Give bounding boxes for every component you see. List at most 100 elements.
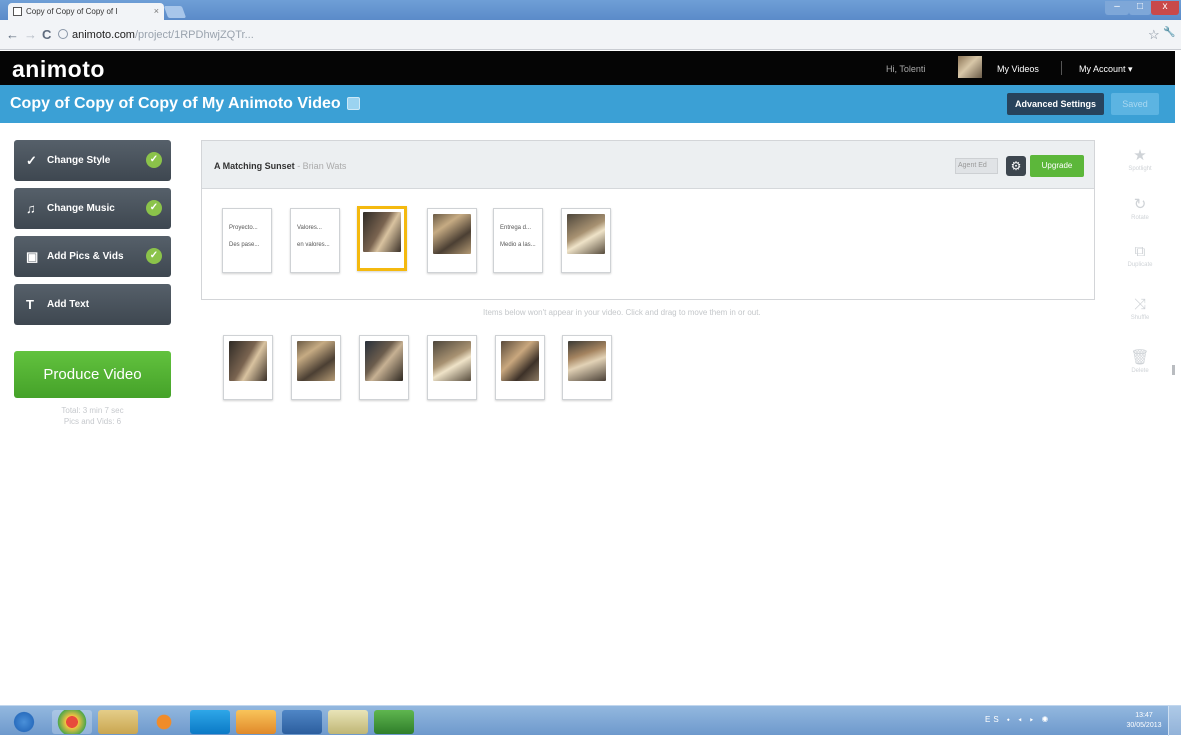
photo-thumbnail	[363, 212, 401, 252]
photo-card[interactable]	[427, 208, 477, 273]
media-count-text: Pics and Vids: 6	[63, 417, 122, 426]
new-tab-button[interactable]	[163, 6, 187, 18]
brush-icon: ✓	[26, 153, 37, 168]
user-greeting: Hi, Tolenti	[886, 64, 926, 74]
save-button[interactable]: Saved	[1111, 93, 1159, 115]
unused-photo-card[interactable]	[291, 335, 341, 400]
close-tab-icon[interactable]: ×	[154, 6, 159, 16]
unused-photo-card[interactable]	[223, 335, 273, 400]
text-slide-line: Proyecto...	[229, 225, 258, 231]
animoto-logo[interactable]: animoto	[12, 56, 105, 83]
my-account-menu[interactable]: My Account ▾	[1079, 64, 1133, 75]
step-change-style[interactable]: ✓ Change Style ✓	[14, 140, 171, 181]
song-name: A Matching Sunset	[214, 161, 295, 171]
notepad-icon[interactable]	[328, 710, 368, 734]
check-circle-icon: ✓	[146, 152, 162, 168]
scrollbar-thumb[interactable]	[1172, 365, 1177, 375]
step-change-music[interactable]: ♫ Change Music ✓	[14, 188, 171, 229]
song-bar: A Matching Sunset - Brian Wats Agent Ed …	[202, 141, 1094, 189]
back-icon[interactable]: ←	[6, 27, 19, 42]
tool-duplicate[interactable]: ⧉ Duplicate	[1123, 243, 1157, 268]
project-title[interactable]: Copy of Copy of Copy of My Animoto Video	[10, 95, 341, 113]
step-label: Add Text	[47, 299, 90, 310]
media-player-icon[interactable]	[144, 710, 184, 734]
photo-card[interactable]	[561, 208, 611, 273]
unused-photo-card[interactable]	[562, 335, 612, 400]
nav-divider	[1061, 61, 1062, 75]
song-search-input[interactable]: Agent Ed	[955, 158, 998, 174]
clock-date: 30/05/2013	[1126, 722, 1162, 729]
photo-thumbnail	[568, 341, 606, 381]
text-slide-line: Des pase...	[229, 242, 260, 248]
photo-thumbnail	[229, 341, 267, 381]
page-favicon-icon	[13, 7, 22, 16]
tool-label: Rotate	[1131, 215, 1149, 221]
windows-taskbar: ES ⬩ ◂ ▸ ◉ 13:47 30/05/2013	[0, 705, 1181, 736]
photo-thumbnail	[501, 341, 539, 381]
close-window-button[interactable]: x	[1151, 1, 1179, 15]
folder-taskbar-icon[interactable]	[98, 710, 138, 734]
tool-spotlight[interactable]: ★ Spotlight	[1123, 146, 1157, 172]
globe-icon	[58, 29, 68, 39]
step-label: Change Style	[47, 155, 111, 166]
step-add-text[interactable]: T Add Text	[14, 284, 171, 325]
text-slide-line: Valores...	[297, 225, 322, 231]
upgrade-button[interactable]: Upgrade	[1030, 155, 1084, 177]
tool-label: Shuffle	[1130, 315, 1150, 321]
chrome-taskbar-icon[interactable]	[52, 710, 92, 734]
browser-tab[interactable]: Copy of Copy of Copy of I ×	[8, 3, 164, 20]
produce-video-note: Total: 3 min 7 sec Pics and Vids: 6	[14, 405, 171, 427]
minimize-button[interactable]: –	[1105, 1, 1129, 15]
address-bar[interactable]: animoto.com/project/1RPDhwjZQTr...	[58, 25, 1148, 46]
unused-photo-card[interactable]	[495, 335, 545, 400]
tab-title: Copy of Copy of Copy of I	[26, 7, 118, 16]
gear-icon[interactable]: ⚙	[1006, 156, 1026, 176]
duplicate-icon: ⧉	[1134, 243, 1146, 260]
tool-label: Spotlight	[1128, 166, 1152, 172]
text-slide-card[interactable]: Proyecto... Des pase...	[222, 208, 272, 273]
text-icon: T	[26, 297, 34, 312]
music-note-icon: ♫	[26, 201, 36, 216]
clock[interactable]: 13:47 30/05/2013	[1124, 711, 1164, 731]
unused-photo-card[interactable]	[427, 335, 477, 400]
forward-icon[interactable]: →	[24, 27, 37, 42]
tool-shuffle[interactable]: ⤨ Shuffle	[1123, 296, 1157, 321]
step-label: Change Music	[47, 203, 115, 214]
photo-thumbnail	[365, 341, 403, 381]
song-title: A Matching Sunset - Brian Wats	[214, 161, 346, 171]
edit-title-icon[interactable]	[347, 97, 360, 110]
network-icon[interactable]	[282, 710, 322, 734]
tool-delete[interactable]: 🗑 Delete	[1123, 348, 1157, 374]
produce-video-button[interactable]: Produce Video	[14, 351, 171, 398]
text-slide-card[interactable]: Valores... en valores...	[290, 208, 340, 273]
star-icon: ★	[1133, 147, 1147, 164]
start-button[interactable]	[6, 710, 42, 734]
text-slide-line: Medio a las...	[500, 242, 536, 248]
show-desktop-button[interactable]	[1168, 706, 1181, 736]
text-slide-card[interactable]: Entrega d... Medio a las...	[493, 208, 543, 273]
check-circle-icon: ✓	[146, 248, 162, 264]
my-videos-link[interactable]: My Videos	[997, 64, 1039, 74]
photo-card-selected[interactable]	[357, 206, 407, 271]
excel-icon[interactable]	[374, 710, 414, 734]
avatar[interactable]	[958, 56, 982, 78]
project-bar: Copy of Copy of Copy of My Animoto Video…	[0, 85, 1175, 123]
skype-icon[interactable]	[190, 710, 230, 734]
maximize-button[interactable]: □	[1129, 1, 1151, 15]
wrench-icon[interactable]: 🔧	[1163, 27, 1175, 38]
rotate-icon: ↻	[1133, 196, 1147, 213]
reload-icon[interactable]: C	[42, 27, 51, 42]
bookmark-star-icon[interactable]: ☆	[1148, 27, 1160, 43]
storyboard-hint: Items below won't appear in your video. …	[483, 308, 761, 317]
step-label: Add Pics & Vids	[47, 251, 124, 262]
advanced-settings-button[interactable]: Advanced Settings	[1007, 93, 1104, 115]
unused-photo-card[interactable]	[359, 335, 409, 400]
step-add-pics-vids[interactable]: ▣ Add Pics & Vids ✓	[14, 236, 171, 277]
system-tray[interactable]: ES ⬩ ◂ ▸ ◉	[985, 715, 1051, 725]
photo-thumbnail	[433, 341, 471, 381]
video-length-text: Total: 3 min 7 sec	[61, 406, 124, 415]
text-slide-line: en valores...	[297, 242, 330, 248]
tool-rotate[interactable]: ↻ Rotate	[1123, 195, 1157, 221]
paint-icon[interactable]	[236, 710, 276, 734]
text-slide-line: Entrega d...	[500, 225, 532, 231]
